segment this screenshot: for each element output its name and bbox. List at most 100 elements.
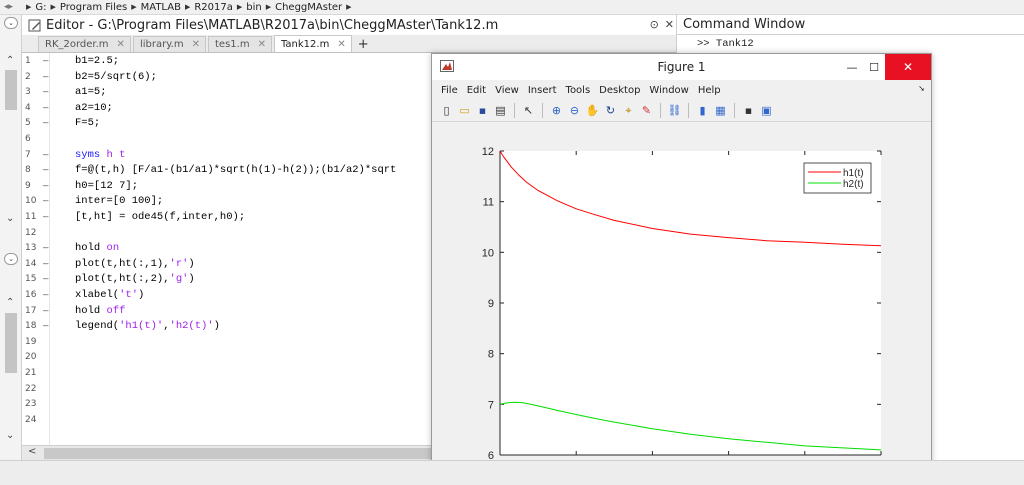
path-separator-icon[interactable]: ▶ [131,3,136,11]
path-segment[interactable]: G: [35,2,46,13]
legend-icon[interactable]: ▦ [713,103,728,118]
editor-options-icon[interactable]: ⊙ [650,18,659,31]
command-line[interactable]: >> Tank12 [677,35,1024,50]
close-tab-icon[interactable]: ✕ [117,39,125,50]
editor-tab[interactable]: library.m ✕ [132,36,206,52]
expand-panel-button-2[interactable]: ⌄ [4,253,18,265]
line-number: 16 [25,290,37,300]
editor-tab[interactable]: tes1.m ✕ [208,36,272,52]
breakpoint-dash-icon[interactable]: — [43,163,48,179]
close-tab-icon[interactable]: ✕ [337,39,345,50]
code-text: plot(t,ht(:,1),'r') [75,257,195,270]
dock-figure-icon[interactable]: ➘ [918,84,925,93]
code-text: legend('h1(t)','h2(t)') [75,320,220,333]
scroll-down-icon-2[interactable]: ⌄ [6,430,14,441]
rotate-icon[interactable]: ↻ [603,103,618,118]
breakpoint-dash-icon[interactable]: — [43,272,48,288]
breakpoint-dash-icon[interactable]: — [43,319,48,335]
path-segment[interactable]: MATLAB [141,2,181,13]
breakpoint-dash-icon[interactable]: — [43,116,48,132]
open-icon[interactable]: ▭ [457,103,472,118]
path-separator-icon[interactable]: ▶ [51,3,56,11]
editor-close-icon[interactable]: ✕ [665,18,674,31]
breakpoint-dash-icon[interactable]: — [43,241,48,257]
line-number: 10 [25,196,37,207]
zoom-out-icon[interactable]: ⊖ [567,103,582,118]
horizontal-scrollbar-thumb[interactable] [44,448,434,459]
data-cursor-icon[interactable]: ⌖ [621,103,636,118]
close-button[interactable]: ✕ [885,54,931,80]
close-tab-icon[interactable]: ✕ [192,39,200,50]
breakpoint-dash-icon[interactable]: — [43,54,48,70]
code-text: f=@(t,h) [F/a1-(b1/a1)*sqrt(h(1)-h(2));(… [75,164,397,177]
code-text: b1=2.5; [75,55,120,67]
figure-menu-item[interactable]: Tools [566,85,591,96]
figure-menu-item[interactable]: Window [649,85,688,96]
figure-menu-item[interactable]: Insert [528,85,557,96]
figure-menu-item[interactable]: Desktop [599,85,640,96]
path-separator-icon[interactable]: ▶ [346,3,351,11]
path-segment[interactable]: bin [246,2,261,13]
pan-icon[interactable]: ✋ [585,103,600,118]
path-separator-icon[interactable]: ▶ [266,3,271,11]
maximize-button[interactable]: ☐ [863,54,885,80]
path-separator-icon[interactable]: ▶ [237,3,242,11]
save-icon[interactable]: ▪ [475,103,490,118]
scroll-down-icon[interactable]: ⌄ [6,213,14,224]
new-tab-button[interactable]: + [358,38,369,52]
line-number: 12 [25,227,37,238]
scroll-up-icon-2[interactable]: ⌃ [6,297,14,308]
path-segment[interactable]: R2017a [194,2,233,13]
editor-title: Editor - G:\Program Files\MATLAB\R2017a\… [46,17,499,33]
path-separator-icon[interactable]: ▶ [26,3,31,11]
panel-scrollbar-thumb-2[interactable] [5,313,17,373]
breakpoint-dash-icon[interactable]: — [43,70,48,86]
breakpoint-dash-icon[interactable]: — [43,257,48,273]
editor-tab-label: tes1.m [215,39,250,50]
scroll-up-icon[interactable]: ⌃ [6,55,14,66]
hide-plot-tools-icon[interactable]: ▪ [741,103,756,118]
colorbar-icon[interactable]: ▮ [695,103,710,118]
breakpoint-dash-icon[interactable]: — [43,210,48,226]
brush-icon[interactable]: ✎ [639,103,654,118]
breakpoint-dash-icon[interactable]: — [43,304,48,320]
figure-title-bar[interactable]: Figure 1 — ☐ ✕ [432,54,931,80]
breakpoint-dash-icon[interactable]: — [43,148,48,164]
breakpoint-dash-icon[interactable]: — [43,101,48,117]
close-tab-icon[interactable]: ✕ [258,39,266,50]
figure-menu-item[interactable]: View [495,85,519,96]
line-number: 7 [25,149,31,160]
expand-panel-button[interactable]: ⌄ [4,17,18,29]
editor-tab[interactable]: Tank12.m ✕ [273,35,352,52]
minimize-button[interactable]: — [841,54,863,80]
y-tick-label: 8 [488,349,494,361]
folder-up-icon[interactable]: ◂▸ [4,2,22,12]
line-number: 18 [25,321,37,332]
scroll-left-icon[interactable]: < [28,446,36,457]
figure-menu-item[interactable]: Help [698,85,721,96]
show-plot-tools-icon[interactable]: ▣ [759,103,774,118]
link-icon[interactable]: ⛓ [667,103,682,118]
plot-area: 0204060801006789101112h1(t)h2(t) [432,122,931,483]
breakpoint-dash-icon[interactable]: — [43,179,48,195]
breakpoint-dash-icon[interactable]: — [43,288,48,304]
toolbar-separator [514,103,515,118]
address-bar[interactable]: ◂▸ ▶ G: ▶ Program Files ▶ MATLAB ▶ R2017a ▶ bin ▶ Ch… [0,0,1024,15]
line-number: 23 [25,399,37,410]
line-number: 24 [25,414,37,425]
breakpoint-dash-icon[interactable]: — [43,85,48,101]
new-figure-icon[interactable]: ▯ [439,103,454,118]
figure-menu-item[interactable]: Edit [467,85,486,96]
path-segment[interactable]: CheggMAster [275,2,342,13]
path-segment[interactable]: Program Files [60,2,127,13]
panel-scrollbar-thumb[interactable] [5,70,17,110]
code-text: hold off [75,304,126,317]
pointer-icon[interactable]: ↖ [521,103,536,118]
print-icon[interactable]: ▤ [493,103,508,118]
figure-menu-item[interactable]: File [441,85,458,96]
editor-tab[interactable]: RK_2order.m ✕ [38,36,131,52]
zoom-in-icon[interactable]: ⊕ [549,103,564,118]
code-text: h0=[12 7]; [75,179,139,192]
path-separator-icon[interactable]: ▶ [185,3,190,11]
breakpoint-dash-icon[interactable]: — [43,194,48,210]
